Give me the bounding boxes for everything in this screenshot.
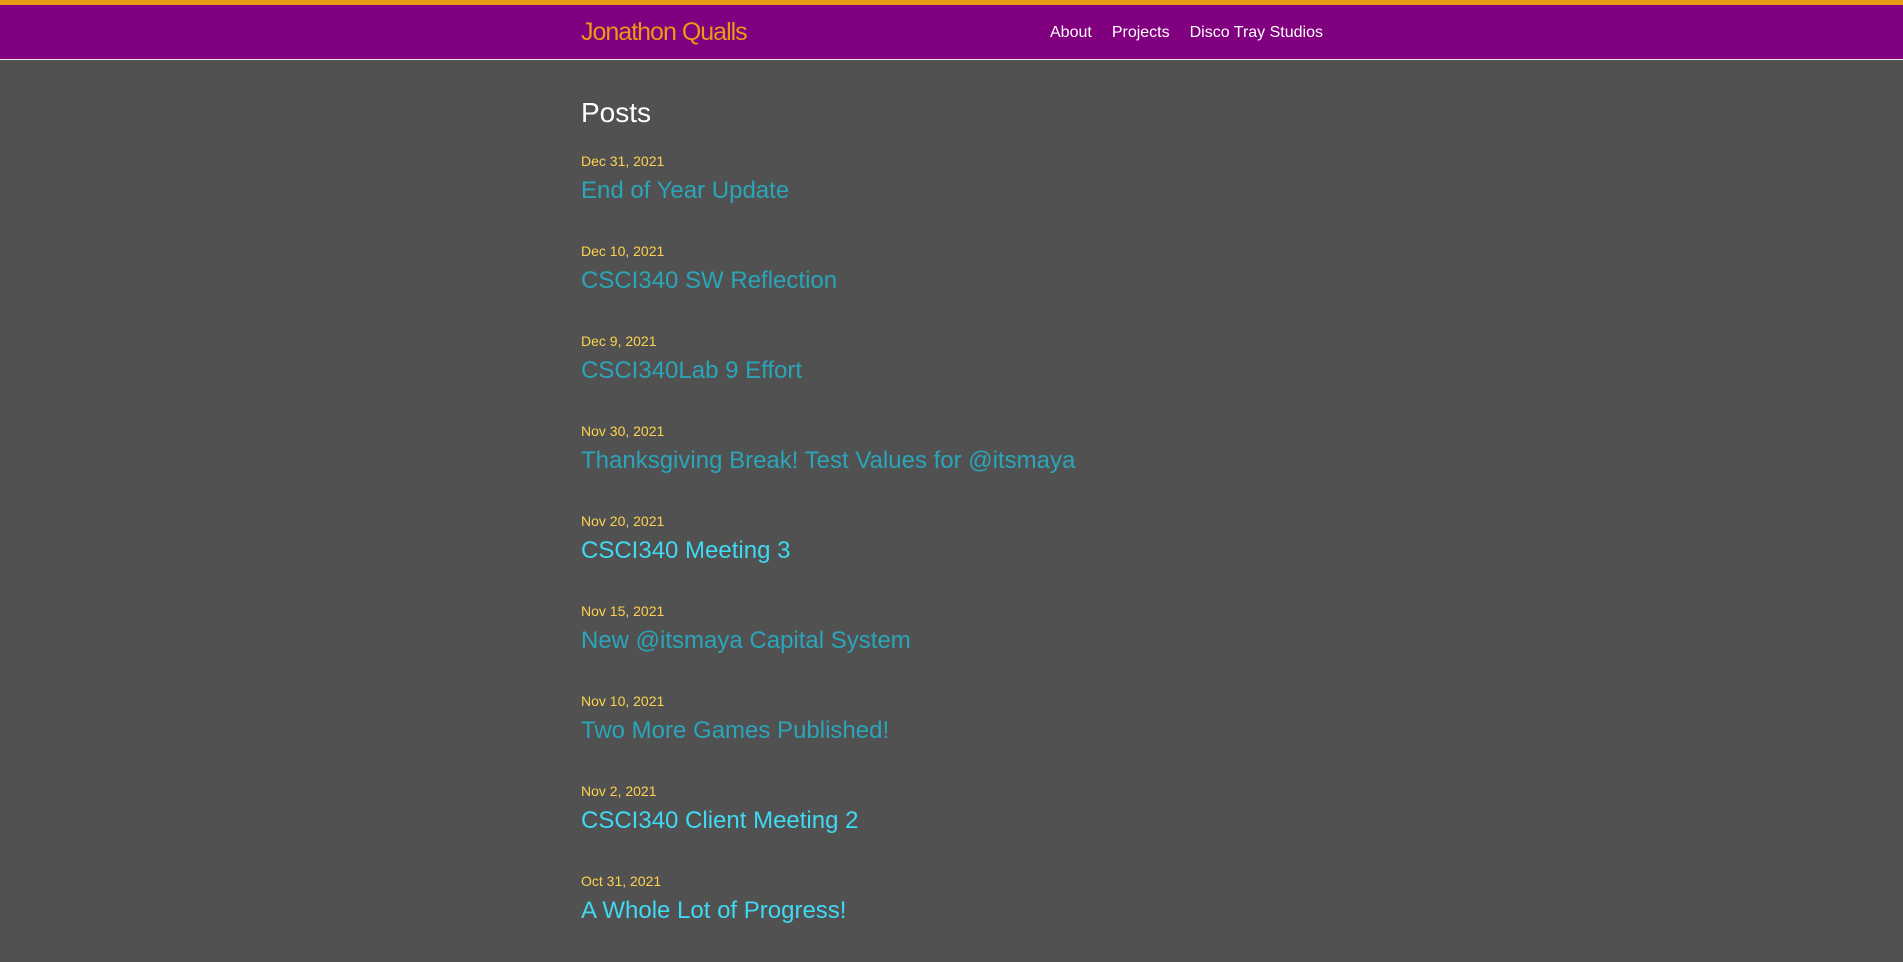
post-title-link[interactable]: CSCI340 Meeting 3 <box>581 536 790 566</box>
post-date: Oct 31, 2021 <box>581 873 662 889</box>
site-title-link[interactable]: Jonathon Qualls <box>581 18 748 47</box>
post-title-link[interactable]: A Whole Lot of Progress! <box>581 896 846 926</box>
post-title-link[interactable]: Thanksgiving Break! Test Values for @its… <box>581 446 1075 476</box>
post-list: Dec 31, 2021 End of Year Update Dec 10, … <box>581 152 1323 962</box>
post-item: Nov 10, 2021 Two More Games Published! <box>581 692 1323 782</box>
page-content: Posts Dec 31, 2021 End of Year Update De… <box>581 96 1323 962</box>
post-date: Dec 10, 2021 <box>581 243 665 259</box>
post-date: Dec 9, 2021 <box>581 333 657 349</box>
site-nav: About Projects Disco Tray Studios <box>1050 24 1323 42</box>
posts-heading: Posts <box>581 97 652 128</box>
post-item: Nov 30, 2021 Thanksgiving Break! Test Va… <box>581 422 1323 512</box>
post-item: Nov 2, 2021 CSCI340 Client Meeting 2 <box>581 782 1323 872</box>
post-item: Dec 10, 2021 CSCI340 SW Reflection <box>581 242 1323 332</box>
post-item: Nov 15, 2021 New @itsmaya Capital System <box>581 602 1323 692</box>
post-title-link[interactable]: CSCI340Lab 9 Effort <box>581 356 802 386</box>
post-title-link[interactable]: CSCI340 Client Meeting 2 <box>581 806 858 836</box>
post-date: Nov 20, 2021 <box>581 513 665 529</box>
post-item: Oct 31, 2021 A Whole Lot of Progress! <box>581 872 1323 962</box>
nav-link-disco-tray-studios[interactable]: Disco Tray Studios <box>1190 24 1323 42</box>
post-date: Nov 15, 2021 <box>581 603 665 619</box>
post-date: Nov 30, 2021 <box>581 423 665 439</box>
nav-link-projects[interactable]: Projects <box>1112 24 1170 42</box>
post-item: Nov 20, 2021 CSCI340 Meeting 3 <box>581 512 1323 602</box>
post-date: Nov 2, 2021 <box>581 783 657 799</box>
post-title-link[interactable]: CSCI340 SW Reflection <box>581 266 837 296</box>
post-title-link[interactable]: End of Year Update <box>581 176 789 206</box>
header-wrapper: Jonathon Qualls About Projects Disco Tra… <box>581 5 1323 60</box>
nav-link-about[interactable]: About <box>1050 24 1092 42</box>
post-item: Dec 31, 2021 End of Year Update <box>581 152 1323 242</box>
post-title-link[interactable]: New @itsmaya Capital System <box>581 626 911 656</box>
post-title-link[interactable]: Two More Games Published! <box>581 716 889 746</box>
site-header: Jonathon Qualls About Projects Disco Tra… <box>0 5 1903 60</box>
post-item: Dec 9, 2021 CSCI340Lab 9 Effort <box>581 332 1323 422</box>
post-date: Nov 10, 2021 <box>581 693 665 709</box>
post-date: Dec 31, 2021 <box>581 153 665 169</box>
